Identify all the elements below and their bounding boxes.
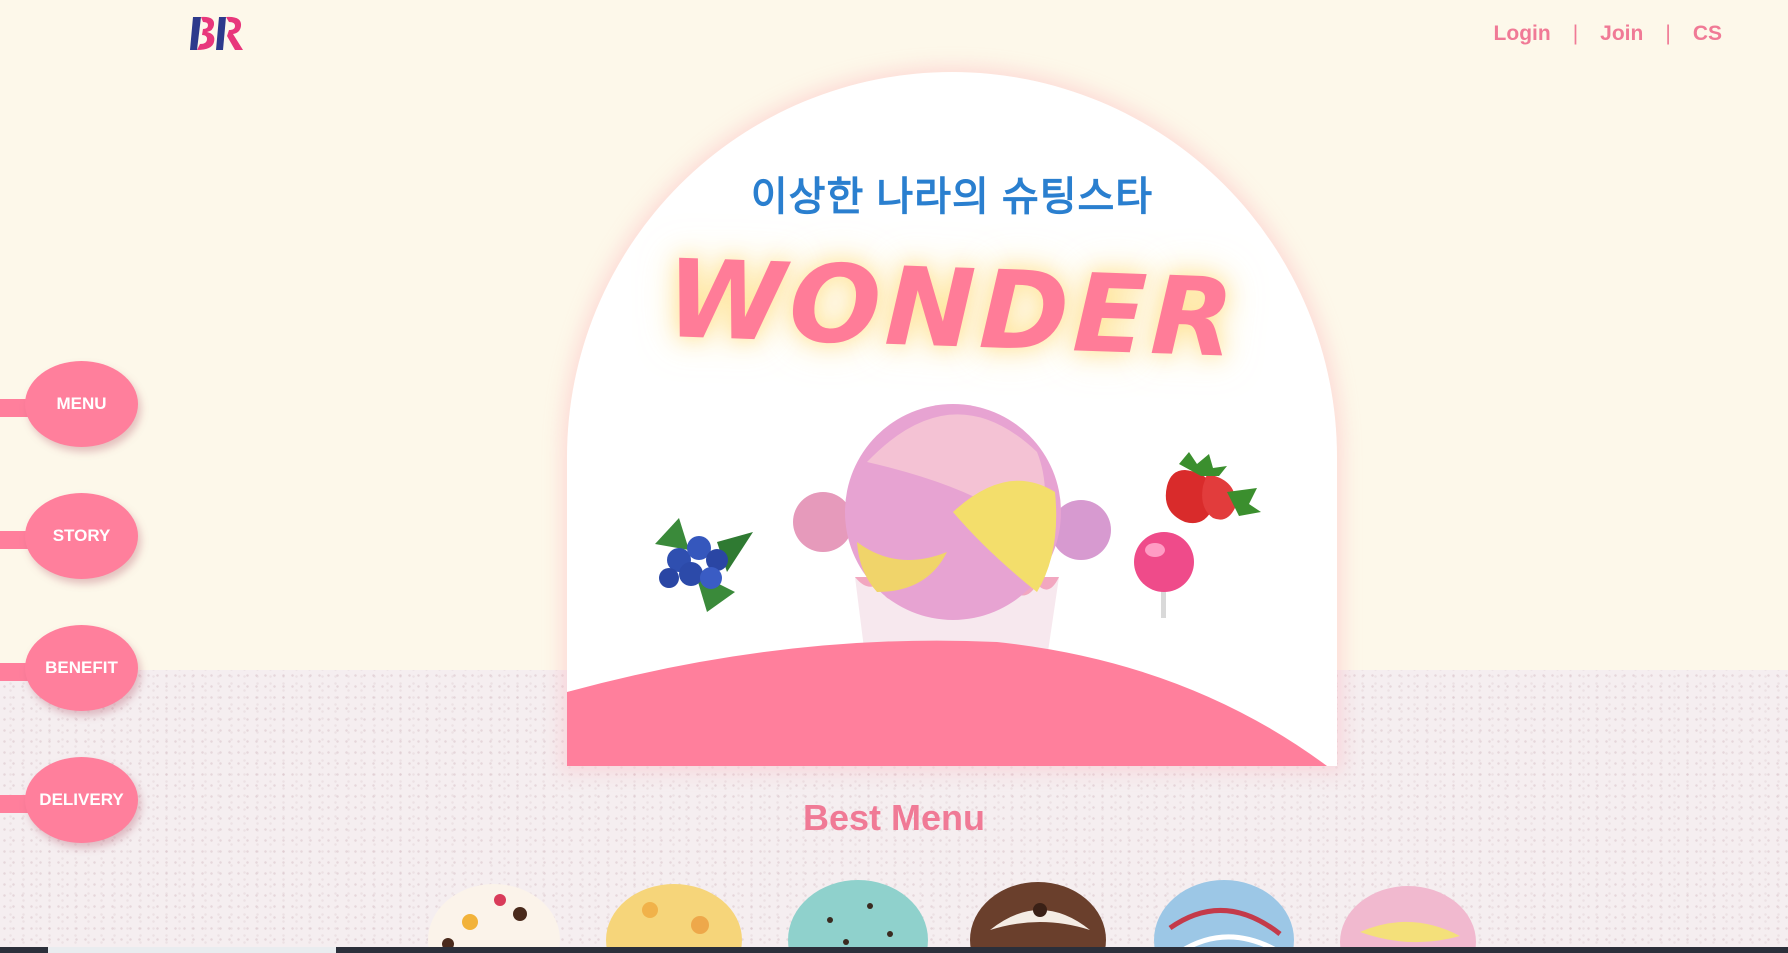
side-nav-benefit[interactable]: BENEFIT bbox=[0, 625, 140, 715]
cs-link[interactable]: CS bbox=[1693, 22, 1722, 46]
side-nav-story-button[interactable]: STORY bbox=[25, 493, 138, 579]
blueberry-icon bbox=[655, 518, 753, 612]
login-link[interactable]: Login bbox=[1494, 22, 1551, 46]
side-nav-menu[interactable]: MENU bbox=[0, 361, 140, 451]
hero-illustration bbox=[567, 404, 1327, 766]
bottom-scrollbar-thumb[interactable] bbox=[48, 947, 336, 953]
best-menu-scoops bbox=[428, 880, 1476, 953]
scoop-icon[interactable] bbox=[606, 884, 742, 953]
nav-separator: | bbox=[1665, 22, 1671, 45]
join-link[interactable]: Join bbox=[1600, 22, 1643, 46]
top-nav: Login | Join | CS bbox=[1494, 22, 1722, 46]
scoop-icon[interactable] bbox=[1340, 886, 1476, 953]
side-nav-benefit-button[interactable]: BENEFIT bbox=[25, 625, 138, 711]
scoop-icon[interactable] bbox=[970, 882, 1106, 953]
bottom-scrollbar[interactable] bbox=[0, 947, 1788, 953]
nav-separator: | bbox=[1572, 22, 1579, 45]
hero-banner[interactable]: 이상한 나라의 슈팅스타 WONDER bbox=[567, 72, 1337, 766]
best-menu-title: Best Menu bbox=[802, 797, 986, 838]
lollipop-icon bbox=[1134, 532, 1194, 618]
scoop-icon[interactable] bbox=[788, 880, 928, 953]
ice-cream-cup-icon bbox=[793, 404, 1111, 672]
br-logo[interactable] bbox=[189, 14, 245, 52]
scoop-icon[interactable] bbox=[428, 884, 560, 953]
scoop-icon[interactable] bbox=[1154, 880, 1294, 953]
strawberry-icon bbox=[1165, 452, 1261, 524]
side-nav-menu-button[interactable]: MENU bbox=[25, 361, 138, 447]
side-nav-story[interactable]: STORY bbox=[0, 493, 140, 583]
pink-hill bbox=[567, 640, 1327, 766]
